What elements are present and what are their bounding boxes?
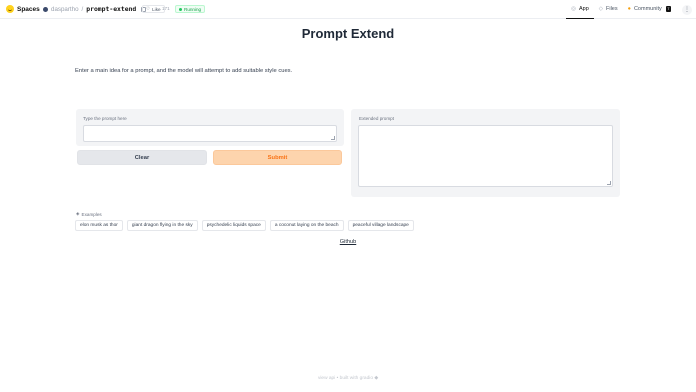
brand-label: Spaces: [17, 5, 40, 13]
spaces-logo[interactable]: Spaces: [6, 5, 40, 13]
heart-icon: ♡: [146, 6, 151, 11]
page-description: Enter a main idea for a prompt, and the …: [75, 68, 293, 74]
breadcrumb-separator: /: [81, 5, 84, 13]
input-label: Type the prompt here: [83, 116, 127, 121]
example-chip[interactable]: a coconut laying on the beach: [269, 220, 344, 231]
tab-community[interactable]: ● Community 7: [623, 0, 676, 19]
gradio-logo-icon: ◆: [374, 376, 379, 381]
community-icon: ●: [627, 6, 631, 12]
examples-list: elon musk as thor giant dragon flying in…: [75, 220, 414, 231]
like-label: Like: [152, 6, 161, 12]
more-icon[interactable]: ⋮: [682, 5, 692, 15]
files-icon: ◇: [598, 6, 603, 12]
status-badge: Running: [175, 5, 206, 13]
space-tabs: ◎ App ◇ Files ● Community 7: [566, 0, 676, 19]
status-dot-icon: [179, 7, 182, 11]
top-bar: Spaces daspartho / prompt-extend ♡ Like …: [0, 0, 696, 19]
owner-link[interactable]: daspartho: [51, 6, 79, 13]
tab-files-label: Files: [606, 6, 618, 12]
examples-label: Examples: [81, 211, 102, 217]
clear-button[interactable]: Clear: [77, 150, 207, 165]
example-chip[interactable]: giant dragon flying in the sky: [126, 220, 198, 231]
app-icon: ◎: [571, 6, 576, 12]
tab-community-label: Community: [633, 6, 662, 12]
examples-icon: ◈: [76, 211, 80, 216]
github-link[interactable]: Github: [340, 239, 356, 245]
like-count[interactable]: 171: [162, 6, 170, 11]
page-title: Prompt Extend: [301, 26, 395, 41]
output-panel: Extended prompt: [351, 109, 620, 197]
submit-button[interactable]: Submit: [213, 150, 342, 165]
status-label: Running: [184, 6, 202, 12]
resize-handle-icon[interactable]: [607, 181, 611, 185]
community-count-badge: 7: [665, 6, 671, 12]
space-breadcrumb: daspartho / prompt-extend: [43, 5, 147, 13]
output-label: Extended prompt: [359, 116, 394, 121]
owner-avatar: [43, 6, 48, 12]
example-chip[interactable]: psychedelic liquids space: [201, 220, 266, 231]
view-api-link[interactable]: view api: [318, 376, 335, 381]
resize-handle-icon[interactable]: [331, 136, 335, 140]
footer-dot: •: [336, 376, 339, 381]
repo-link[interactable]: prompt-extend: [86, 5, 136, 13]
input-box: Type the prompt here: [76, 109, 344, 146]
example-chip[interactable]: elon musk as thor: [75, 220, 123, 231]
tab-files[interactable]: ◇ Files: [594, 0, 623, 19]
example-chip[interactable]: peaceful village landscape: [347, 220, 414, 231]
hugging-face-icon: [6, 5, 14, 13]
built-with-gradio-link[interactable]: built with gradio: [340, 376, 373, 381]
footer: view api • built with gradio ◆: [0, 376, 696, 381]
prompt-input[interactable]: [83, 125, 337, 142]
github-row: Github: [0, 239, 696, 245]
tab-app[interactable]: ◎ App: [566, 0, 594, 19]
examples-header: ◈ Examples: [76, 211, 102, 217]
extended-prompt-output[interactable]: [358, 125, 613, 187]
tab-app-label: App: [578, 6, 589, 12]
